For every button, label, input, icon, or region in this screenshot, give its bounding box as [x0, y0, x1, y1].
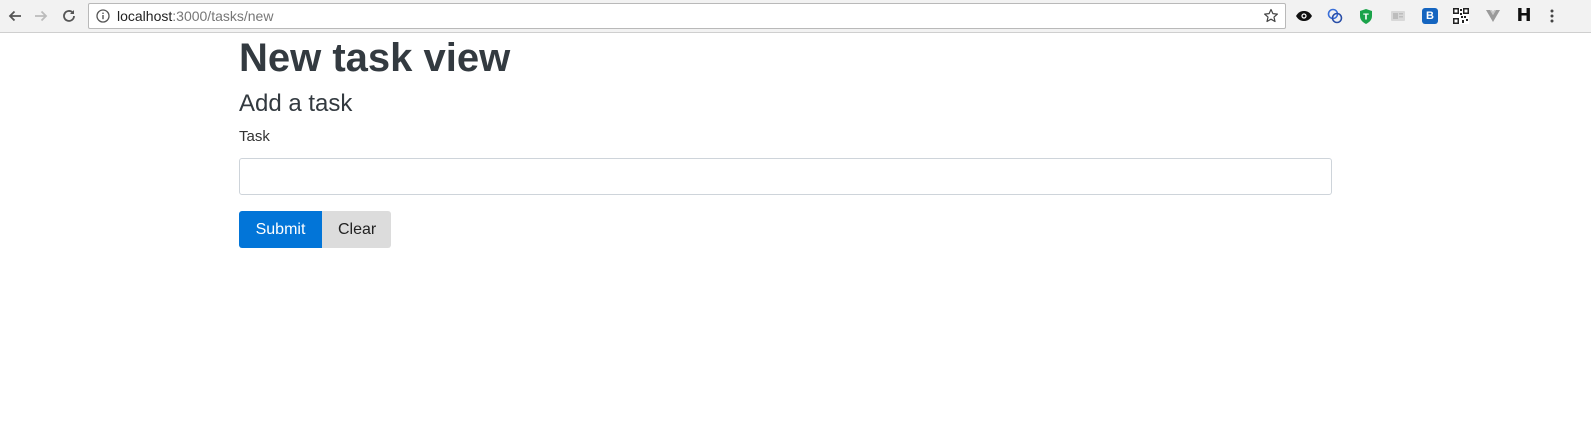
clear-button[interactable]: Clear	[322, 211, 391, 248]
svg-text:T: T	[1363, 12, 1369, 21]
page-extension-icon[interactable]	[1389, 7, 1407, 25]
reload-button[interactable]	[58, 5, 80, 27]
browser-toolbar: localhost:3000/tasks/new T B H	[0, 0, 1591, 33]
submit-button[interactable]: Submit	[239, 211, 322, 248]
page-title: New task view	[239, 36, 511, 80]
b-extension-icon[interactable]: B	[1421, 7, 1439, 25]
menu-kebab-icon[interactable]	[1547, 7, 1557, 25]
form-subtitle: Add a task	[239, 90, 353, 117]
page-container: New task view Add a task Task Submit Cle…	[239, 34, 1332, 248]
url-host: localhost	[117, 8, 173, 24]
eye-icon[interactable]	[1295, 7, 1313, 25]
task-input[interactable]	[239, 158, 1332, 195]
url-path: :3000/tasks/new	[172, 8, 274, 24]
form-actions: Submit Clear	[239, 211, 1332, 248]
forward-button[interactable]	[30, 5, 52, 27]
arrow-right-icon	[35, 10, 48, 22]
info-icon[interactable]	[96, 9, 110, 23]
grammar-extension-icon[interactable]	[1326, 7, 1344, 25]
bookmark-star-icon[interactable]	[1263, 8, 1279, 24]
reload-icon	[63, 10, 75, 22]
shield-extension-icon[interactable]: T	[1357, 7, 1375, 25]
arrow-left-icon	[8, 10, 21, 22]
h-extension-icon[interactable]: H	[1515, 7, 1533, 25]
address-bar[interactable]: localhost:3000/tasks/new	[88, 3, 1286, 29]
task-label: Task	[239, 128, 270, 145]
url-text: localhost:3000/tasks/new	[117, 8, 273, 24]
new-task-form: Task Submit Clear	[239, 128, 1332, 248]
vue-devtools-icon[interactable]	[1484, 7, 1502, 25]
back-button[interactable]	[4, 5, 26, 27]
qr-code-icon[interactable]	[1452, 7, 1470, 25]
